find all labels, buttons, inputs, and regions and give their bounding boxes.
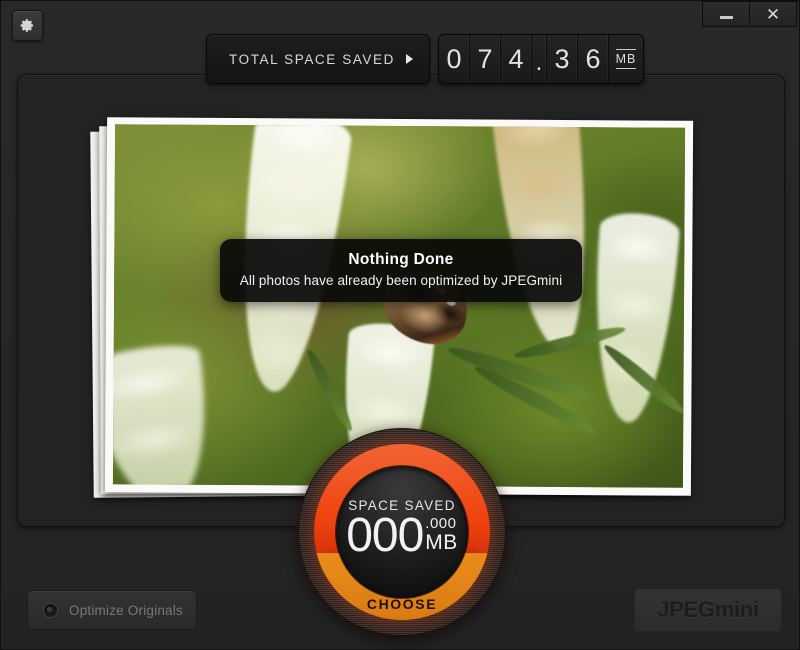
optimize-originals-button[interactable]: Optimize Originals	[27, 590, 197, 630]
counter-digit: 7	[470, 35, 501, 83]
total-space-saved-counter: TOTAL SPACE SAVED 0 7 4 . 3 6 MB	[206, 34, 644, 84]
total-space-saved-button[interactable]: TOTAL SPACE SAVED	[206, 34, 430, 84]
toast-message: All photos have already been optimized b…	[236, 273, 566, 288]
counter-digits: 0 7 4 . 3 6 MB	[438, 34, 644, 84]
gear-icon	[20, 18, 35, 33]
window-controls: ✕	[702, 1, 797, 27]
choose-label: CHOOSE	[298, 596, 506, 612]
counter-digit: 0	[439, 35, 470, 83]
unit-rule-bottom	[616, 68, 636, 69]
brand-logo: JPEGmini	[635, 589, 781, 631]
radio-button-icon	[43, 603, 58, 618]
counter-decimal-point: .	[532, 35, 547, 83]
gauge-decimals: .000	[425, 516, 456, 531]
close-button[interactable]: ✕	[749, 2, 796, 26]
gauge-face: SPACE SAVED 000 .000 MB	[336, 466, 468, 598]
gauge-value: 000	[346, 514, 423, 558]
jpegmini-window: ✕ TOTAL SPACE SAVED 0 7 4 . 3 6 MB	[0, 0, 800, 650]
counter-digit: 4	[501, 35, 532, 83]
triangle-right-icon	[406, 54, 413, 64]
counter-unit-badge: MB	[609, 35, 643, 83]
counter-unit-label: MB	[616, 52, 637, 66]
counter-digit: 6	[578, 35, 609, 83]
settings-button[interactable]	[12, 10, 43, 41]
gauge-readout: 000 .000 MB	[346, 514, 458, 558]
space-saved-gauge[interactable]: CHOOSE SPACE SAVED 000 .000 MB	[298, 428, 506, 636]
total-space-saved-label: TOTAL SPACE SAVED	[229, 52, 395, 67]
counter-digit: 3	[547, 35, 578, 83]
close-icon: ✕	[766, 6, 780, 23]
status-toast: Nothing Done All photos have already bee…	[220, 239, 582, 302]
minimize-button[interactable]	[703, 2, 749, 26]
unit-rule-top	[616, 49, 636, 50]
gauge-value-suffix: .000 MB	[425, 516, 458, 553]
optimize-originals-label: Optimize Originals	[69, 603, 183, 618]
minimize-icon	[720, 16, 733, 19]
brand-label: JPEGmini	[657, 597, 759, 623]
toast-title: Nothing Done	[236, 251, 566, 269]
gauge-unit: MB	[425, 532, 458, 553]
